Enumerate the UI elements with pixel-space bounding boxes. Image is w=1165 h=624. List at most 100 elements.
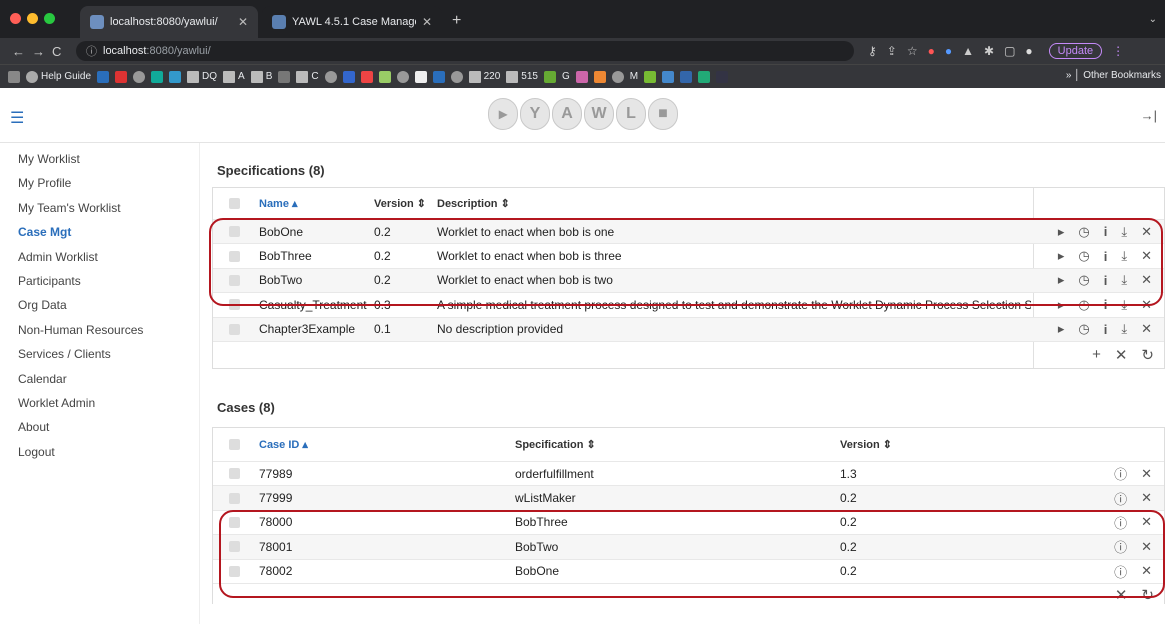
info-icon[interactable]: i — [1104, 322, 1108, 337]
add-icon[interactable]: + — [1092, 346, 1101, 364]
sidebar-item-logout[interactable]: Logout — [0, 440, 199, 464]
reload-icon[interactable]: C — [52, 44, 68, 59]
sidebar-item-team-worklist[interactable]: My Team's Worklist — [0, 196, 199, 220]
exclamation-icon[interactable]: ⓘ — [1114, 464, 1127, 483]
tab-close-icon[interactable]: ✕ — [238, 15, 248, 29]
schedule-icon[interactable]: ◷ — [1078, 321, 1089, 337]
key-icon[interactable]: ⚷ — [868, 44, 877, 58]
bookmark-folder[interactable]: 220 — [468, 70, 500, 83]
bookmark-icon[interactable] — [169, 70, 182, 83]
bookmark-icon[interactable] — [543, 70, 556, 83]
puzzle-icon[interactable]: ✱ — [984, 44, 994, 58]
hamburger-menu-icon[interactable]: ☰ — [10, 108, 24, 128]
back-icon[interactable]: ← — [12, 44, 28, 59]
column-header-case-id[interactable]: Case ID ▴ — [259, 438, 308, 451]
column-header-name[interactable]: Name ▴ — [259, 197, 298, 210]
apps-icon[interactable] — [8, 70, 20, 83]
bookmark-icon[interactable] — [432, 70, 445, 83]
column-header-description[interactable]: Description ⇕ — [437, 197, 510, 210]
bookmark-icon[interactable] — [716, 70, 729, 83]
bookmark-icon[interactable] — [680, 70, 693, 83]
cancel-case-icon[interactable]: ✕ — [1141, 490, 1152, 506]
exclamation-icon[interactable]: ⓘ — [1114, 489, 1127, 508]
bookmark-icon[interactable] — [593, 70, 606, 83]
bookmark-icon[interactable] — [97, 70, 110, 83]
bookmark-icon[interactable] — [644, 70, 657, 83]
bookmark-folder[interactable]: DQ — [187, 70, 217, 83]
bookmark-icon[interactable] — [662, 70, 675, 83]
bookmark-icon[interactable] — [278, 70, 291, 83]
launch-icon[interactable]: ▸ — [1058, 321, 1065, 337]
table-row[interactable]: 77989 orderfulfillment 1.3 ⓘ ✕ — [213, 462, 1164, 487]
bookmark-icon[interactable] — [414, 70, 427, 83]
bookmark-item[interactable]: M — [630, 71, 638, 82]
sidebar-item-services-clients[interactable]: Services / Clients — [0, 342, 199, 366]
maximize-window-icon[interactable] — [44, 13, 55, 24]
sidebar-item-org-data[interactable]: Org Data — [0, 293, 199, 317]
bookmark-item[interactable]: G — [562, 71, 570, 82]
other-bookmarks[interactable]: » │ Other Bookmarks — [1066, 70, 1161, 81]
bookmark-folder[interactable]: C — [296, 70, 319, 83]
sidebar-item-participants[interactable]: Participants — [0, 269, 199, 293]
download-icon[interactable]: ⤓ — [1121, 321, 1127, 337]
sidebar-item-my-profile[interactable]: My Profile — [0, 171, 199, 195]
refresh-icon[interactable]: ↻ — [1141, 346, 1154, 364]
browser-tab-2[interactable]: YAWL 4.5.1 Case Management ✕ — [262, 6, 442, 38]
minimize-window-icon[interactable] — [27, 13, 38, 24]
bookmark-icon[interactable] — [611, 70, 624, 83]
collapse-panel-icon[interactable]: →| — [1141, 108, 1157, 123]
bookmark-folder[interactable]: A — [223, 70, 245, 83]
sidebar-item-non-human-resources[interactable]: Non-Human Resources — [0, 318, 199, 342]
bookmark-icon[interactable] — [151, 70, 164, 83]
bookmark-icon[interactable] — [575, 70, 588, 83]
share-icon[interactable]: ⇪ — [887, 44, 897, 58]
row-checkbox[interactable] — [229, 468, 240, 480]
extension-icon[interactable]: ● — [945, 44, 952, 58]
sidebar-item-about[interactable]: About — [0, 415, 199, 439]
bookmark-icon[interactable] — [396, 70, 409, 83]
sidebar-item-calendar[interactable]: Calendar — [0, 367, 199, 391]
select-all-checkbox[interactable] — [229, 439, 240, 450]
bookmark-icon[interactable] — [324, 70, 337, 83]
bookmark-icon[interactable] — [133, 70, 146, 83]
update-button[interactable]: Update — [1048, 43, 1103, 59]
bookmark-icon[interactable] — [378, 70, 391, 83]
bookmark-icon[interactable] — [450, 70, 463, 83]
select-all-checkbox[interactable] — [229, 198, 240, 209]
row-checkbox[interactable] — [229, 492, 240, 504]
window-controls[interactable] — [10, 13, 55, 24]
new-tab-icon[interactable]: + — [452, 12, 461, 30]
column-header-version[interactable]: Version ⇕ — [374, 197, 426, 210]
menu-icon[interactable]: ⋮ — [1112, 44, 1124, 58]
bookmark-folder[interactable]: 515 — [506, 70, 538, 83]
bookmark-icon[interactable] — [342, 70, 355, 83]
star-icon[interactable]: ☆ — [907, 44, 918, 58]
bookmark-icon[interactable] — [115, 70, 128, 83]
remove-icon[interactable]: ✕ — [1115, 346, 1128, 364]
column-header-version[interactable]: Version ⇕ — [840, 438, 892, 451]
bookmark-folder[interactable]: B — [250, 70, 272, 83]
bookmark-item[interactable]: Help Guide — [26, 70, 91, 83]
forward-icon[interactable]: → — [32, 44, 48, 59]
bookmark-icon[interactable] — [360, 70, 373, 83]
browser-tab-1[interactable]: localhost:8080/yawlui/ ✕ — [80, 6, 258, 38]
sidebar-item-case-mgt[interactable]: Case Mgt — [0, 220, 199, 244]
sidepanel-icon[interactable]: ▢ — [1004, 44, 1015, 58]
table-row[interactable]: Chapter3Example 0.1 No description provi… — [213, 317, 1164, 342]
tab-close-icon[interactable]: ✕ — [422, 15, 432, 29]
table-row[interactable]: 77999 wListMaker 0.2 ⓘ ✕ — [213, 486, 1164, 511]
bookmark-icon[interactable] — [698, 70, 711, 83]
tab-list-chevron-icon[interactable]: ⌄ — [1149, 14, 1157, 25]
extension-icon[interactable]: ● — [928, 44, 935, 58]
row-checkbox[interactable] — [229, 323, 240, 335]
cancel-case-icon[interactable]: ✕ — [1141, 466, 1152, 482]
url-field[interactable]: ⓘ localhost:8080/yawlui/ — [76, 41, 854, 61]
extension-icon[interactable]: ▲ — [962, 44, 974, 58]
sidebar-item-my-worklist[interactable]: My Worklist — [0, 147, 199, 171]
close-window-icon[interactable] — [10, 13, 21, 24]
profile-avatar[interactable]: ● — [1025, 44, 1032, 58]
unload-icon[interactable]: ✕ — [1141, 321, 1152, 337]
sidebar-item-worklet-admin[interactable]: Worklet Admin — [0, 391, 199, 415]
sidebar-item-admin-worklist[interactable]: Admin Worklist — [0, 245, 199, 269]
column-header-specification[interactable]: Specification ⇕ — [515, 438, 596, 451]
